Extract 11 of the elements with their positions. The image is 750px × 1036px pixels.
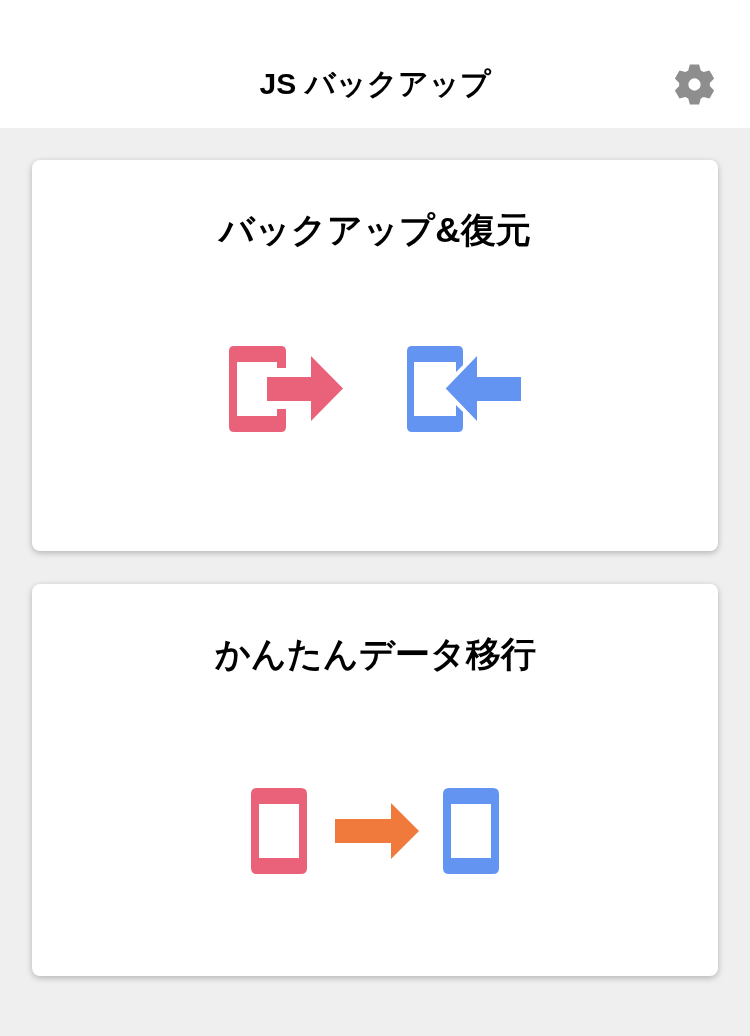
settings-icon[interactable] [674,64,715,105]
arrow-right-icon [335,803,419,859]
card-title: バックアップ&復元 [219,210,531,250]
card-title: かんたんデータ移行 [214,634,536,674]
phone-icon [443,788,499,874]
phone-outgoing-arrow-icon [229,346,343,432]
menu-card[interactable]: バックアップ&復元 [32,160,718,551]
menu-card[interactable]: かんたんデータ移行 [32,584,718,976]
phone-icon [251,788,307,874]
app-title: JS バックアップ [259,66,491,102]
phone-incoming-arrow-icon [407,346,521,432]
